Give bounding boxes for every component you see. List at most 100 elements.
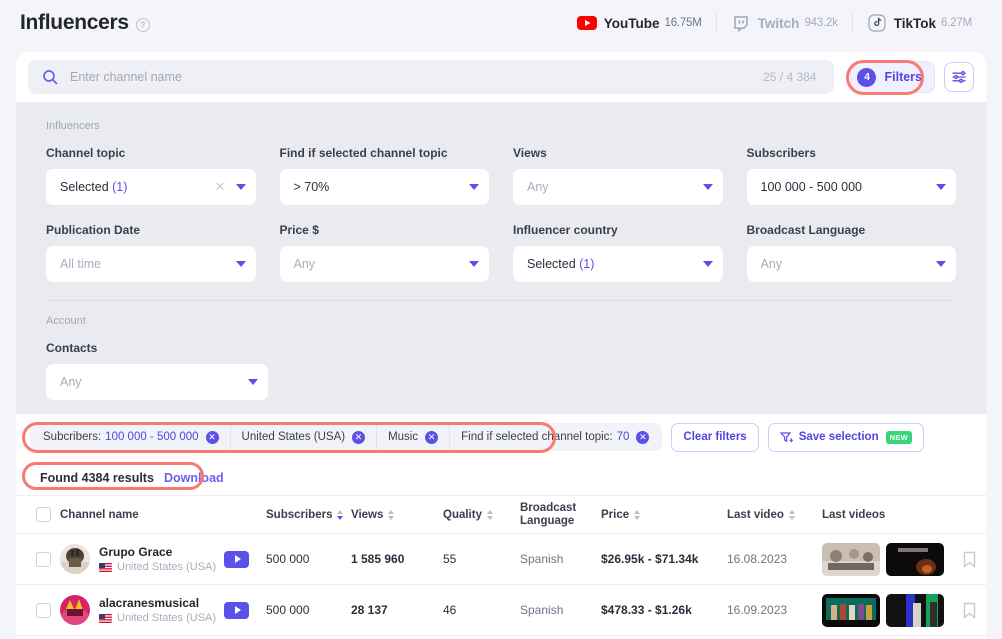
filter-label: Subscribers <box>747 146 957 160</box>
quality-cell: 46 <box>443 603 520 617</box>
filter-value: Any <box>761 257 937 271</box>
filter-label: Influencer country <box>513 223 723 237</box>
tiktok-icon <box>867 13 887 33</box>
filter-select[interactable]: Any <box>46 364 268 400</box>
row-checkbox[interactable] <box>36 603 51 618</box>
quality-cell: 55 <box>443 552 520 566</box>
search-card: Enter channel name 25 / 4 384 4 Filters <box>16 52 986 102</box>
column-header-broadcast-language: Broadcast Language <box>520 502 601 528</box>
column-header-channel-name[interactable]: Channel name <box>60 509 266 521</box>
filter-label: Price $ <box>280 223 490 237</box>
filter-select[interactable]: > 70% <box>280 169 490 205</box>
youtube-play-icon[interactable] <box>224 551 249 568</box>
column-header-quality[interactable]: Quality <box>443 509 520 521</box>
views-cell: 28 137 <box>351 603 443 617</box>
row-checkbox[interactable] <box>36 552 51 567</box>
country-label: United States (USA) <box>117 612 216 624</box>
video-thumbnail[interactable] <box>886 594 944 627</box>
filter-select[interactable]: Any <box>280 246 490 282</box>
filter-label: Publication Date <box>46 223 256 237</box>
platform-tab-twitch[interactable]: Twitch 943.2k <box>716 12 852 34</box>
filters-row-1: Channel topic Selected (1) ✕ Find if sel… <box>46 146 956 205</box>
clear-icon[interactable]: ✕ <box>215 179 226 195</box>
platform-name: Twitch <box>758 16 800 31</box>
close-icon[interactable]: ✕ <box>425 431 438 444</box>
twitch-icon <box>731 13 751 33</box>
platform-count: 6.27M <box>941 17 972 29</box>
platform-tab-tiktok[interactable]: TikTok 6.27M <box>852 12 986 34</box>
clear-filters-button[interactable]: Clear filters <box>671 423 758 452</box>
chip-value: 70 <box>617 431 630 443</box>
table-row[interactable]: Grupo Grace United States (USA) 500 000 … <box>16 534 986 585</box>
close-icon[interactable]: ✕ <box>352 431 365 444</box>
filters-button-label: Filters <box>884 70 922 84</box>
filter-select[interactable]: Selected (1) <box>513 246 723 282</box>
filter-value: Selected (1) <box>60 180 215 194</box>
video-thumbnail[interactable] <box>822 543 880 576</box>
sort-icon[interactable] <box>634 510 640 520</box>
filter-views: Views Any <box>513 146 723 205</box>
filter-value: All time <box>60 257 236 271</box>
filters-panel: Influencers Channel topic Selected (1) ✕… <box>16 102 986 414</box>
filter-label: Find if selected channel topic <box>280 146 490 160</box>
filter-value: Any <box>60 375 248 389</box>
filters-button[interactable]: 4 Filters <box>850 61 935 93</box>
search-input[interactable]: Enter channel name <box>70 70 763 84</box>
sort-icon[interactable] <box>388 510 394 520</box>
search-result-count: 25 / 4 384 <box>763 70 816 84</box>
question-circle-icon[interactable]: ? <box>136 18 150 32</box>
filters-divider <box>46 300 956 301</box>
filter-select[interactable]: 100 000 - 500 000 <box>747 169 957 205</box>
thumbnails <box>822 594 952 627</box>
filter-select[interactable]: Selected (1) ✕ <box>46 169 256 205</box>
download-link[interactable]: Download <box>164 471 224 485</box>
close-icon[interactable]: ✕ <box>206 431 219 444</box>
sort-icon[interactable] <box>337 510 343 520</box>
chevron-down-icon <box>236 261 246 267</box>
sliders-icon[interactable] <box>944 62 974 92</box>
results-count-text: Found 4384 results <box>40 471 154 485</box>
close-icon[interactable]: ✕ <box>636 431 649 444</box>
filter-select[interactable]: All time <box>46 246 256 282</box>
filter-broadcast-language: Broadcast Language Any <box>747 223 957 282</box>
filter-select[interactable]: Any <box>513 169 723 205</box>
save-selection-button[interactable]: Save selection NEW <box>768 423 924 452</box>
search-icon <box>42 69 58 85</box>
filter-select[interactable]: Any <box>747 246 957 282</box>
video-thumbnail[interactable] <box>822 594 880 627</box>
platform-count: 16.75M <box>665 17 702 29</box>
thumbnails <box>822 543 952 576</box>
column-header-views[interactable]: Views <box>351 509 443 521</box>
platform-name: TikTok <box>894 16 936 31</box>
platform-tabs: YouTube 16.75M Twitch 943.2k TikTok 6.27… <box>563 12 986 34</box>
us-flag-icon <box>99 563 112 572</box>
youtube-icon <box>577 13 597 33</box>
column-header-last-videos: Last videos <box>822 509 952 521</box>
search-input-wrapper[interactable]: Enter channel name 25 / 4 384 <box>28 60 834 94</box>
clear-filters-label: Clear filters <box>683 431 746 443</box>
filter-subscribers: Subscribers 100 000 - 500 000 <box>747 146 957 205</box>
table-header-row: Channel name Subscribers Views Quality B… <box>16 496 986 534</box>
chip-value: 100 000 - 500 000 <box>105 431 198 443</box>
sort-icon[interactable] <box>487 510 493 520</box>
chip-label: United States (USA) <box>242 431 346 443</box>
last-video-cell: 16.08.2023 <box>727 552 822 566</box>
filters-row-2: Publication Date All time Price $ Any In… <box>46 223 956 282</box>
column-header-last-video[interactable]: Last video <box>727 509 822 521</box>
column-header-price[interactable]: Price <box>601 509 727 521</box>
table-row[interactable]: alacranesmusical United States (USA) 500… <box>16 585 986 636</box>
sort-icon[interactable] <box>789 510 795 520</box>
video-thumbnail[interactable] <box>886 543 944 576</box>
active-filters-bar: Subcribers: 100 000 - 500 000 ✕ United S… <box>16 414 986 460</box>
filter-price: Price $ Any <box>280 223 490 282</box>
youtube-play-icon[interactable] <box>224 602 249 619</box>
filter-publication-date: Publication Date All time <box>46 223 256 282</box>
bookmark-icon[interactable] <box>963 602 976 619</box>
platform-tab-youtube[interactable]: YouTube 16.75M <box>563 12 716 34</box>
bookmark-icon[interactable] <box>963 551 976 568</box>
bookmark-cell <box>952 551 986 568</box>
column-header-subscribers[interactable]: Subscribers <box>266 509 351 521</box>
platform-name: YouTube <box>604 16 660 31</box>
filter-chip-find-if-topic: Find if selected channel topic: 70 ✕ <box>449 423 660 451</box>
select-all-checkbox[interactable] <box>36 507 51 522</box>
